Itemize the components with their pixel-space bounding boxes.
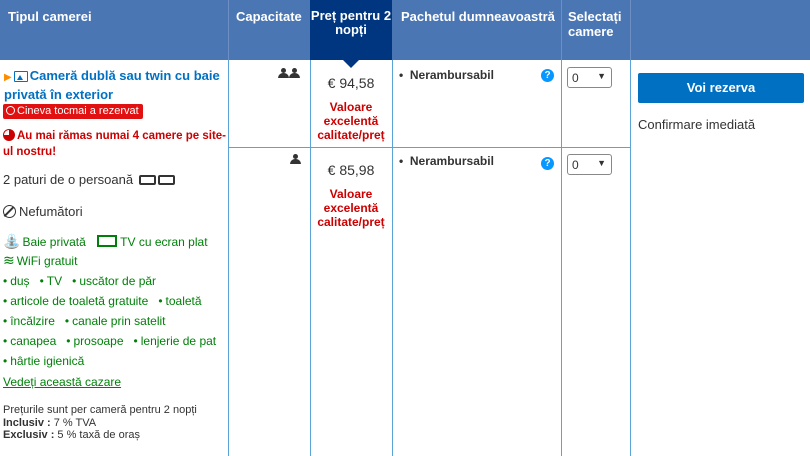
reserve-button[interactable]: Voi rezerva: [638, 73, 804, 103]
column-divider: [228, 60, 229, 456]
help-icon[interactable]: ?: [541, 157, 554, 170]
person-icon: [290, 154, 301, 165]
person-icon: [278, 68, 289, 79]
column-divider: [392, 60, 393, 456]
room-title-link[interactable]: ▶ Cameră dublă sau twin cu baie privată î…: [4, 67, 226, 103]
header-divider: [561, 0, 562, 60]
amenities-row: • duș • TV • uscător de păr: [3, 274, 157, 288]
amenities-row: • canapea • prosoape • lenjerie de pat: [3, 334, 217, 348]
chevron-down-icon: ▼: [597, 158, 606, 168]
photo-icon: [13, 71, 28, 82]
no-smoking-icon: [3, 205, 16, 218]
header-capacity: Capacitate: [236, 9, 302, 24]
room-quantity-select[interactable]: 0 ▼: [567, 154, 612, 175]
value-deal-label: Valoare excelentă calitate/preț: [317, 187, 385, 229]
price-value: € 94,58: [327, 75, 375, 91]
non-smoking-info: Nefumători: [3, 204, 83, 219]
chevron-down-icon: ▼: [597, 71, 606, 81]
amenities-row: • hârtie igienică: [3, 354, 85, 368]
header-divider: [630, 0, 631, 60]
header-select: Selectați camere: [568, 9, 622, 39]
amenities-row: • încălzire • canale prin satelit: [3, 314, 166, 328]
instant-confirmation-label: Confirmare imediată: [638, 117, 756, 132]
row-divider: [228, 147, 630, 148]
scarcity-warning: Au mai rămas numai 4 camere pe site-ul n…: [3, 129, 227, 158]
help-icon[interactable]: ?: [541, 69, 554, 82]
package-item: • Nerambursabil: [399, 68, 494, 82]
package-item: • Nerambursabil: [399, 154, 494, 168]
value-deal-label: Valoare excelentă calitate/preț: [317, 100, 385, 142]
amenities-row: • articole de toaletă gratuite • toaletă: [3, 294, 202, 308]
bed-info: 2 paturi de o persoană: [3, 172, 175, 187]
facility-row: ≋ WiFi gratuit: [3, 252, 78, 268]
flat-tv-icon: [97, 235, 118, 247]
occupancy-1-icon: [289, 154, 301, 168]
header-divider: [228, 0, 229, 60]
alarm-clock-icon: [6, 106, 15, 115]
person-icon: [289, 68, 300, 79]
room-quantity-select[interactable]: 0 ▼: [567, 67, 612, 88]
column-divider: [630, 60, 631, 456]
single-bed-icon: [138, 175, 156, 185]
expand-triangle-icon: ▶: [4, 72, 12, 83]
facility-row: ⛲ Baie privată TV cu ecran plat: [3, 233, 208, 249]
column-divider: [561, 60, 562, 456]
single-bed-icon: [157, 175, 175, 185]
header-price[interactable]: Preț pentru 2 nopți: [310, 0, 392, 60]
shower-icon: ⛲: [3, 233, 21, 249]
pie-chart-icon: [3, 129, 15, 141]
occupancy-2-icon: [277, 68, 300, 82]
price-value: € 85,98: [327, 162, 375, 178]
wifi-icon: ≋: [3, 252, 15, 268]
sort-arrow-icon: [343, 60, 359, 68]
header-room-type: Tipul camerei: [8, 9, 92, 24]
see-accommodation-link[interactable]: Vedeți această cazare: [3, 375, 121, 389]
header-package: Pachetul dumneavoastră: [401, 9, 555, 24]
recent-booking-badge: Cineva tocmai a rezervat: [3, 104, 143, 119]
price-note: Prețurile sunt per cameră pentru 2 nopți…: [3, 404, 197, 441]
